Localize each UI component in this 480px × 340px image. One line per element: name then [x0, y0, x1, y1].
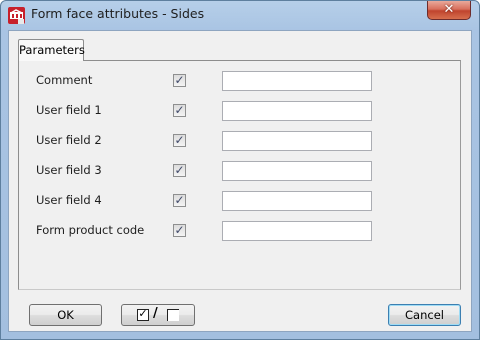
window-title: Form face attributes - Sides — [31, 6, 205, 21]
row-user-field-1: User field 1 ✓ — [19, 99, 460, 123]
user-field-1-checkbox[interactable]: ✓ — [173, 103, 186, 117]
user-field-2-checkbox[interactable]: ✓ — [173, 133, 186, 147]
form-product-code-checkbox[interactable]: ✓ — [173, 223, 186, 237]
user-field-4-label: User field 4 — [36, 193, 102, 207]
cancel-button[interactable]: Cancel — [388, 304, 461, 326]
slash-glyph: / — [153, 306, 158, 321]
check-icon: ✓ — [174, 73, 185, 87]
check-icon: ✓ — [174, 193, 185, 207]
form-product-code-input[interactable] — [222, 221, 372, 241]
comment-checkbox[interactable]: ✓ — [173, 73, 186, 87]
dialog-window: Form face attributes - Sides ✕ Parameter… — [0, 0, 480, 340]
user-field-1-label: User field 1 — [36, 103, 102, 117]
check-icon: ✓ — [174, 103, 185, 117]
row-form-product-code: Form product code ✓ — [19, 219, 460, 243]
row-user-field-2: User field 2 ✓ — [19, 129, 460, 153]
app-icon — [8, 7, 25, 24]
close-button[interactable]: ✕ — [427, 1, 471, 20]
parameters-panel: Comment ✓ User field 1 ✓ User field 2 ✓ … — [18, 60, 461, 290]
dialog-client-area: Parameters Comment ✓ User field 1 ✓ User… — [8, 30, 472, 332]
user-field-1-input[interactable] — [222, 101, 372, 121]
row-user-field-4: User field 4 ✓ — [19, 189, 460, 213]
user-field-2-input[interactable] — [222, 131, 372, 151]
row-user-field-3: User field 3 ✓ — [19, 159, 460, 183]
ok-button[interactable]: OK — [29, 304, 102, 326]
tab-parameters[interactable]: Parameters — [18, 39, 85, 61]
form-product-code-label: Form product code — [36, 223, 145, 237]
user-field-4-input[interactable] — [222, 191, 372, 211]
user-field-2-label: User field 2 — [36, 133, 102, 147]
user-field-3-input[interactable] — [222, 161, 372, 181]
title-bar[interactable]: Form face attributes - Sides ✕ — [1, 1, 479, 29]
check-all-uncheck-all-icon: ✓ / — [137, 306, 182, 323]
comment-label: Comment — [36, 73, 93, 87]
checked-box-icon: ✓ — [137, 307, 149, 321]
check-glyph: ✓ — [138, 307, 148, 320]
row-comment: Comment ✓ — [19, 69, 460, 93]
comment-field[interactable] — [222, 71, 372, 91]
user-field-3-checkbox[interactable]: ✓ — [173, 163, 186, 177]
check-all-toggle-button[interactable]: ✓ / — [121, 304, 195, 326]
check-icon: ✓ — [174, 133, 185, 147]
user-field-3-label: User field 3 — [36, 163, 102, 177]
unchecked-box-icon — [167, 309, 179, 321]
check-icon: ✓ — [174, 163, 185, 177]
user-field-4-checkbox[interactable]: ✓ — [173, 193, 186, 207]
close-icon: ✕ — [443, 2, 455, 17]
check-icon: ✓ — [174, 223, 185, 237]
